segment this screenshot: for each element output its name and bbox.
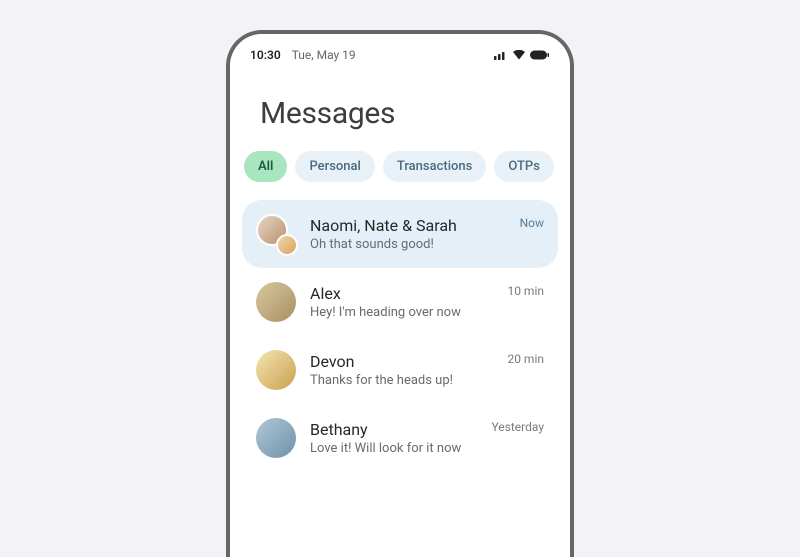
- conversation-item[interactable]: Alex Hey! I'm heading over now 10 min: [242, 268, 558, 336]
- avatar: [256, 282, 296, 322]
- status-bar: 10:30 Tue, May 19: [230, 34, 570, 70]
- conversation-preview: Thanks for the heads up!: [310, 373, 493, 388]
- status-time: 10:30: [250, 48, 281, 62]
- status-date: Tue, May 19: [292, 48, 356, 62]
- conversation-time: Now: [520, 216, 544, 230]
- conversation-preview: Oh that sounds good!: [310, 237, 506, 252]
- conversation-body: Bethany Love it! Will look for it now: [310, 420, 477, 456]
- conversation-body: Alex Hey! I'm heading over now: [310, 284, 493, 320]
- conversation-body: Naomi, Nate & Sarah Oh that sounds good!: [310, 216, 506, 252]
- conversation-name: Alex: [310, 284, 493, 303]
- avatar: [276, 234, 298, 256]
- tab-otps[interactable]: OTPs: [494, 151, 554, 182]
- avatar-wrap: [256, 350, 296, 390]
- status-right: [494, 50, 550, 60]
- conversation-item[interactable]: Naomi, Nate & Sarah Oh that sounds good!…: [242, 200, 558, 268]
- wifi-icon: [512, 50, 526, 60]
- tab-transactions[interactable]: Transactions: [383, 151, 487, 182]
- conversation-name: Devon: [310, 352, 493, 371]
- page-title: Messages: [230, 70, 570, 151]
- tab-all[interactable]: All: [244, 151, 287, 182]
- conversation-item[interactable]: Devon Thanks for the heads up! 20 min: [242, 336, 558, 404]
- conversation-preview: Hey! I'm heading over now: [310, 305, 493, 320]
- conversation-time: 10 min: [507, 284, 544, 298]
- tabs: All Personal Transactions OTPs: [230, 151, 570, 200]
- conversation-body: Devon Thanks for the heads up!: [310, 352, 493, 388]
- tab-personal[interactable]: Personal: [295, 151, 374, 182]
- avatar-group: [256, 214, 296, 254]
- conversation-preview: Love it! Will look for it now: [310, 441, 477, 456]
- conversation-name: Bethany: [310, 420, 477, 439]
- conversation-item[interactable]: Bethany Love it! Will look for it now Ye…: [242, 404, 558, 472]
- status-left: 10:30 Tue, May 19: [250, 48, 356, 62]
- avatar: [256, 350, 296, 390]
- cellular-icon: [494, 50, 508, 60]
- screen: 10:30 Tue, May 19 Messages All Personal …: [230, 34, 570, 557]
- conversation-list: Naomi, Nate & Sarah Oh that sounds good!…: [230, 200, 570, 472]
- avatar-wrap: [256, 282, 296, 322]
- phone-frame: 10:30 Tue, May 19 Messages All Personal …: [226, 30, 574, 557]
- conversation-time: 20 min: [507, 352, 544, 366]
- conversation-name: Naomi, Nate & Sarah: [310, 216, 506, 235]
- avatar: [256, 418, 296, 458]
- battery-icon: [530, 50, 550, 60]
- conversation-time: Yesterday: [491, 420, 544, 434]
- avatar-wrap: [256, 418, 296, 458]
